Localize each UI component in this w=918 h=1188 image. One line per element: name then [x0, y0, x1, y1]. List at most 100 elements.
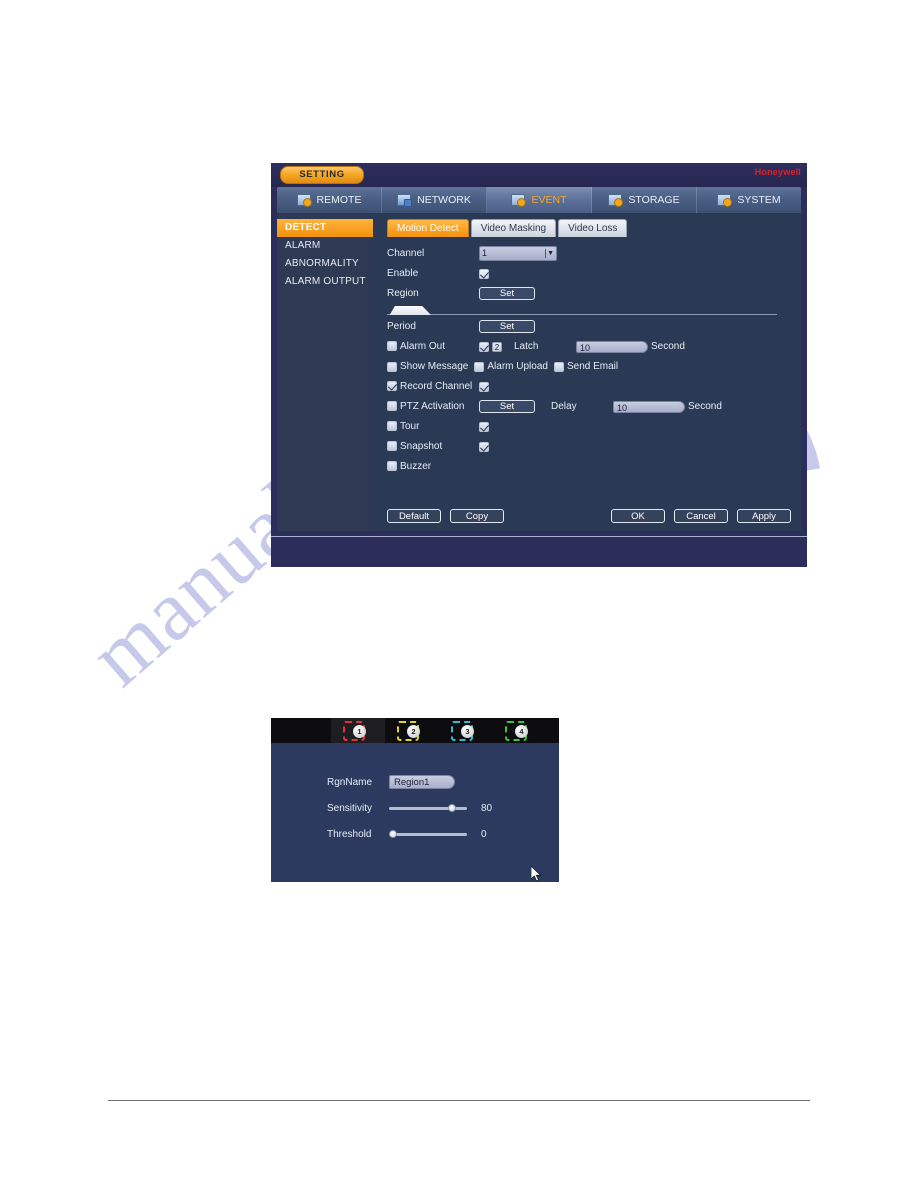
region-form: RgnName Region1 Sensitivity 80 Threshold…: [271, 743, 559, 882]
honeywell-logo: Honeywell: [754, 167, 801, 177]
detect-sub-tabs: Motion Detect Video Masking Video Loss: [387, 219, 791, 237]
region-settings-dialog: 1 2 3 4 RgnName Region1 Sensitivity 80 T…: [271, 718, 559, 882]
threshold-slider[interactable]: [389, 828, 467, 840]
latch-input[interactable]: 10: [576, 340, 648, 353]
sidebar: DETECT ALARM ABNORMALITY ALARM OUTPUT: [277, 213, 373, 531]
tour-checkbox[interactable]: [387, 421, 397, 432]
sidebar-item-alarm[interactable]: ALARM: [277, 237, 373, 255]
buzzer-group: Buzzer: [387, 461, 479, 472]
alarm-upload-label: Alarm Upload: [487, 361, 548, 372]
enable-checkbox[interactable]: [479, 268, 489, 279]
latch-label: Latch: [514, 341, 539, 352]
region-4-number: 4: [515, 725, 528, 738]
sidebar-item-detect[interactable]: DETECT: [277, 219, 373, 237]
storage-gear-icon: [608, 194, 624, 207]
alarm-out-group: Alarm Out: [387, 341, 479, 352]
system-gear-icon: [717, 194, 733, 207]
alarm-out-number: 2: [492, 341, 502, 352]
default-button[interactable]: Default: [387, 509, 441, 523]
sidebar-item-abnormality[interactable]: ABNORMALITY: [277, 255, 373, 273]
sensitivity-slider[interactable]: [389, 802, 467, 814]
alarm-out-checkbox[interactable]: [387, 341, 397, 352]
ptz-activation-group: PTZ Activation: [387, 401, 479, 412]
send-email-option[interactable]: Send Email: [553, 361, 618, 372]
ok-button[interactable]: OK: [611, 509, 665, 523]
threshold-slider-knob[interactable]: [389, 830, 397, 838]
tab-network[interactable]: NETWORK: [382, 187, 487, 213]
row-rgnname: RgnName Region1: [327, 769, 559, 795]
region-2-number: 2: [407, 725, 420, 738]
region-tab-2[interactable]: 2: [385, 718, 439, 743]
window-footer-strip: [271, 536, 807, 567]
period-set-button[interactable]: Set: [479, 320, 535, 333]
enable-label: Enable: [387, 268, 419, 279]
row-ptz-activation: PTZ Activation Set Delay 10 Second: [387, 397, 791, 416]
tour-state-checkbox[interactable]: [479, 421, 489, 432]
row-tour: Tour: [387, 417, 791, 436]
section-separator: [387, 305, 791, 315]
alarm-upload-option[interactable]: Alarm Upload: [474, 361, 548, 372]
delay-input[interactable]: 10: [613, 400, 685, 413]
row-message-options: Show Message Alarm Upload Send Email: [387, 357, 791, 376]
sub-tab-video-masking[interactable]: Video Masking: [470, 219, 557, 237]
setting-title-pill: SETTING: [280, 166, 364, 184]
row-record-channel: Record Channel: [387, 377, 791, 396]
row-threshold: Threshold 0: [327, 821, 559, 847]
row-region: Region Set: [387, 284, 791, 303]
show-message-option[interactable]: Show Message: [387, 361, 468, 372]
snapshot-group: Snapshot: [387, 441, 479, 452]
ptz-activation-checkbox[interactable]: [387, 401, 397, 412]
sub-tab-motion-detect[interactable]: Motion Detect: [387, 219, 469, 237]
record-channel-checkbox[interactable]: [387, 381, 397, 392]
ptz-set-button[interactable]: Set: [479, 400, 535, 413]
threshold-slider-track: [389, 833, 467, 836]
region-tab-strip: 1 2 3 4: [271, 718, 559, 743]
cancel-button[interactable]: Cancel: [674, 509, 728, 523]
channel-label: Channel: [387, 248, 425, 259]
record-channel-state-checkbox[interactable]: [479, 381, 489, 392]
region-tab-3[interactable]: 3: [439, 718, 493, 743]
tab-storage[interactable]: STORAGE: [592, 187, 697, 213]
channel-select[interactable]: 1 ▼: [479, 246, 557, 261]
tab-system[interactable]: SYSTEM: [697, 187, 801, 213]
region-tab-4[interactable]: 4: [493, 718, 547, 743]
snapshot-state-checkbox[interactable]: [479, 441, 489, 452]
sub-tab-video-loss[interactable]: Video Loss: [558, 219, 628, 237]
window-title-bar: SETTING Honeywell: [271, 163, 807, 187]
rgnname-input[interactable]: Region1: [389, 775, 455, 789]
select-divider: [545, 249, 546, 258]
copy-button[interactable]: Copy: [450, 509, 504, 523]
camera-gear-icon: [296, 194, 312, 207]
send-email-checkbox[interactable]: [553, 361, 564, 372]
alarm-out-label: Alarm Out: [400, 341, 446, 352]
main-tab-bar: REMOTE NETWORK EVENT STORAGE SYSTEM: [277, 187, 801, 213]
tab-event-label: EVENT: [531, 194, 567, 206]
page-footer-rule: [108, 1100, 810, 1101]
region-tabstrip-gap: [271, 718, 331, 743]
threshold-label: Threshold: [327, 828, 372, 840]
alarm-out-state-checkbox[interactable]: [479, 341, 489, 352]
tour-group: Tour: [387, 421, 479, 432]
alarm-upload-checkbox[interactable]: [474, 361, 485, 372]
sidebar-item-alarm-output[interactable]: ALARM OUTPUT: [277, 273, 373, 291]
row-alarm-out: Alarm Out 2 Latch 10 Second: [387, 337, 791, 356]
show-message-label: Show Message: [400, 361, 469, 372]
region-tab-1[interactable]: 1: [331, 718, 385, 743]
region-set-button[interactable]: Set: [479, 287, 535, 300]
event-gear-icon: [511, 194, 527, 207]
buzzer-checkbox[interactable]: [387, 461, 397, 472]
tab-storage-label: STORAGE: [628, 194, 680, 206]
channel-select-value: 1: [482, 248, 488, 258]
tab-remote[interactable]: REMOTE: [277, 187, 382, 213]
region-1-number: 1: [353, 725, 366, 738]
show-message-checkbox[interactable]: [387, 361, 397, 372]
sensitivity-slider-knob[interactable]: [448, 804, 457, 812]
apply-button[interactable]: Apply: [737, 509, 791, 523]
period-label: Period: [387, 321, 416, 332]
network-icon: [397, 194, 413, 207]
tour-label: Tour: [400, 421, 420, 432]
snapshot-checkbox[interactable]: [387, 441, 397, 452]
row-channel: Channel 1 ▼: [387, 244, 791, 263]
rgnname-label: RgnName: [327, 776, 373, 788]
tab-event[interactable]: EVENT: [487, 187, 592, 213]
